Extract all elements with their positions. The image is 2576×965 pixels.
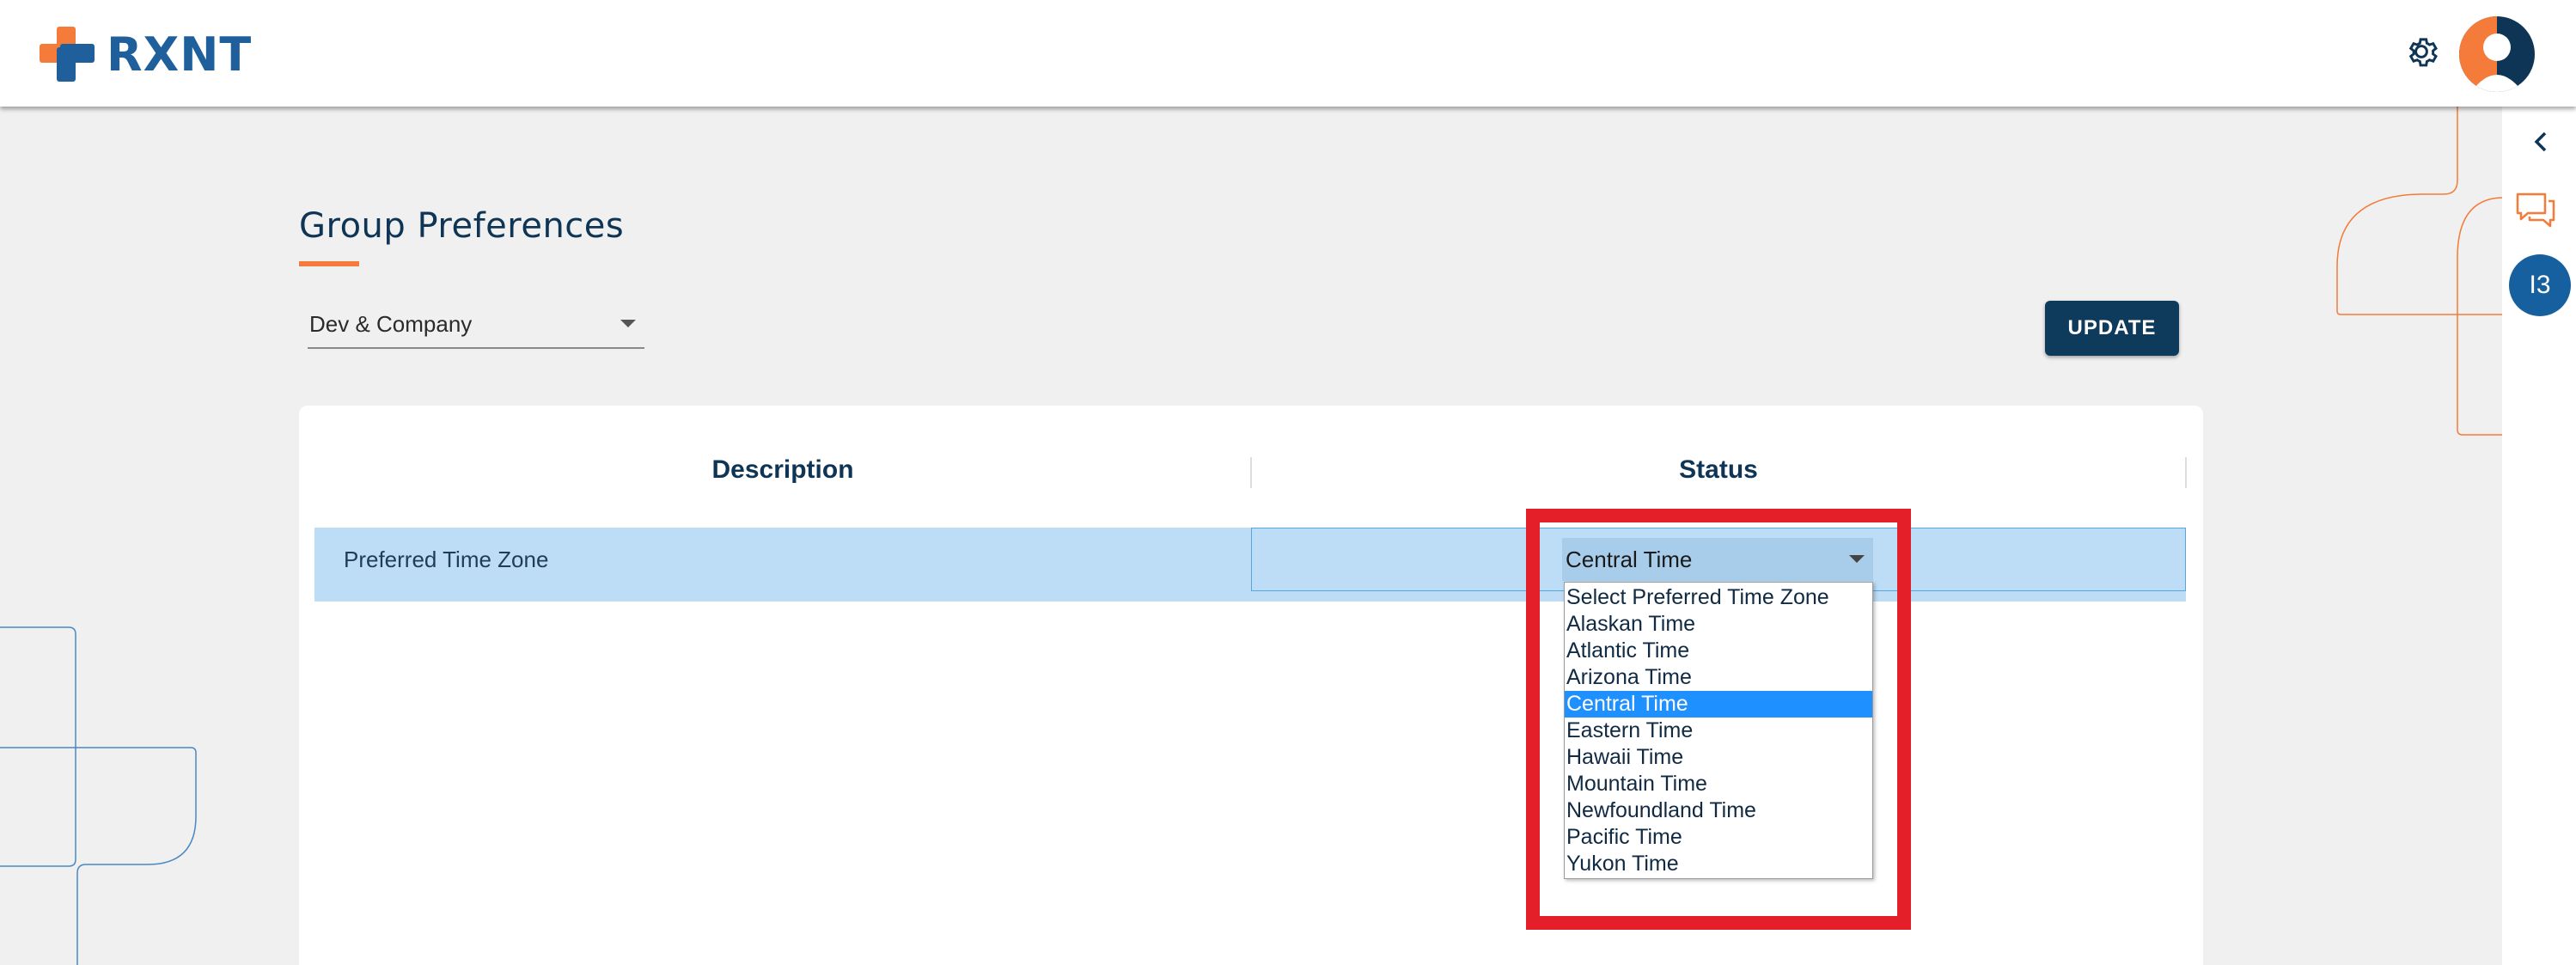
timezone-option[interactable]: Mountain Time [1565, 771, 1872, 797]
group-select-dropdown[interactable]: Dev & Company [308, 306, 644, 349]
timezone-option[interactable]: Eastern Time [1565, 718, 1872, 744]
caret-down-icon [620, 320, 636, 327]
timezone-option-selected[interactable]: Central Time [1565, 691, 1872, 718]
timezone-option[interactable]: Hawaii Time [1565, 744, 1872, 771]
timezone-option[interactable]: Atlantic Time [1565, 638, 1872, 664]
user-initials-badge[interactable]: I3 [2509, 254, 2571, 316]
rxnt-logo[interactable]: RXNT [38, 24, 252, 84]
gear-icon[interactable] [2402, 33, 2440, 70]
timezone-option[interactable]: Arizona Time [1565, 664, 1872, 691]
row-description: Preferred Time Zone [344, 547, 549, 572]
column-divider [2185, 457, 2187, 488]
group-select-value: Dev & Company [309, 311, 473, 337]
decorative-outline-left [0, 626, 197, 965]
chevron-left-icon[interactable] [2530, 129, 2552, 155]
timezone-option[interactable]: Newfoundland Time [1565, 797, 1872, 824]
timezone-select[interactable]: Central Time [1562, 538, 1873, 581]
timezone-option[interactable]: Yukon Time [1565, 851, 1872, 877]
preferences-table-card [299, 406, 2203, 965]
column-header-status: Status [1679, 455, 1758, 484]
title-accent-underline [299, 261, 359, 266]
timezone-options-list: Select Preferred Time Zone Alaskan Time … [1564, 582, 1873, 879]
caret-down-icon [1849, 555, 1865, 563]
timezone-option[interactable]: Alaskan Time [1565, 611, 1872, 638]
top-header: RXNT [0, 0, 2576, 107]
timezone-option[interactable]: Select Preferred Time Zone [1565, 584, 1872, 611]
rxnt-cross-logo-icon [40, 27, 95, 82]
timezone-option[interactable]: Pacific Time [1565, 824, 1872, 851]
decorative-outline-right [2336, 95, 2504, 436]
right-side-rail [2502, 107, 2576, 965]
user-avatar-icon[interactable] [2459, 16, 2535, 92]
update-button[interactable]: UPDATE [2045, 301, 2179, 356]
page-title: Group Preferences [299, 206, 625, 246]
chat-icon[interactable] [2514, 191, 2557, 232]
column-header-description: Description [711, 455, 854, 484]
timezone-select-value: Central Time [1566, 547, 1693, 572]
brand-name: RXNT [107, 27, 253, 82]
